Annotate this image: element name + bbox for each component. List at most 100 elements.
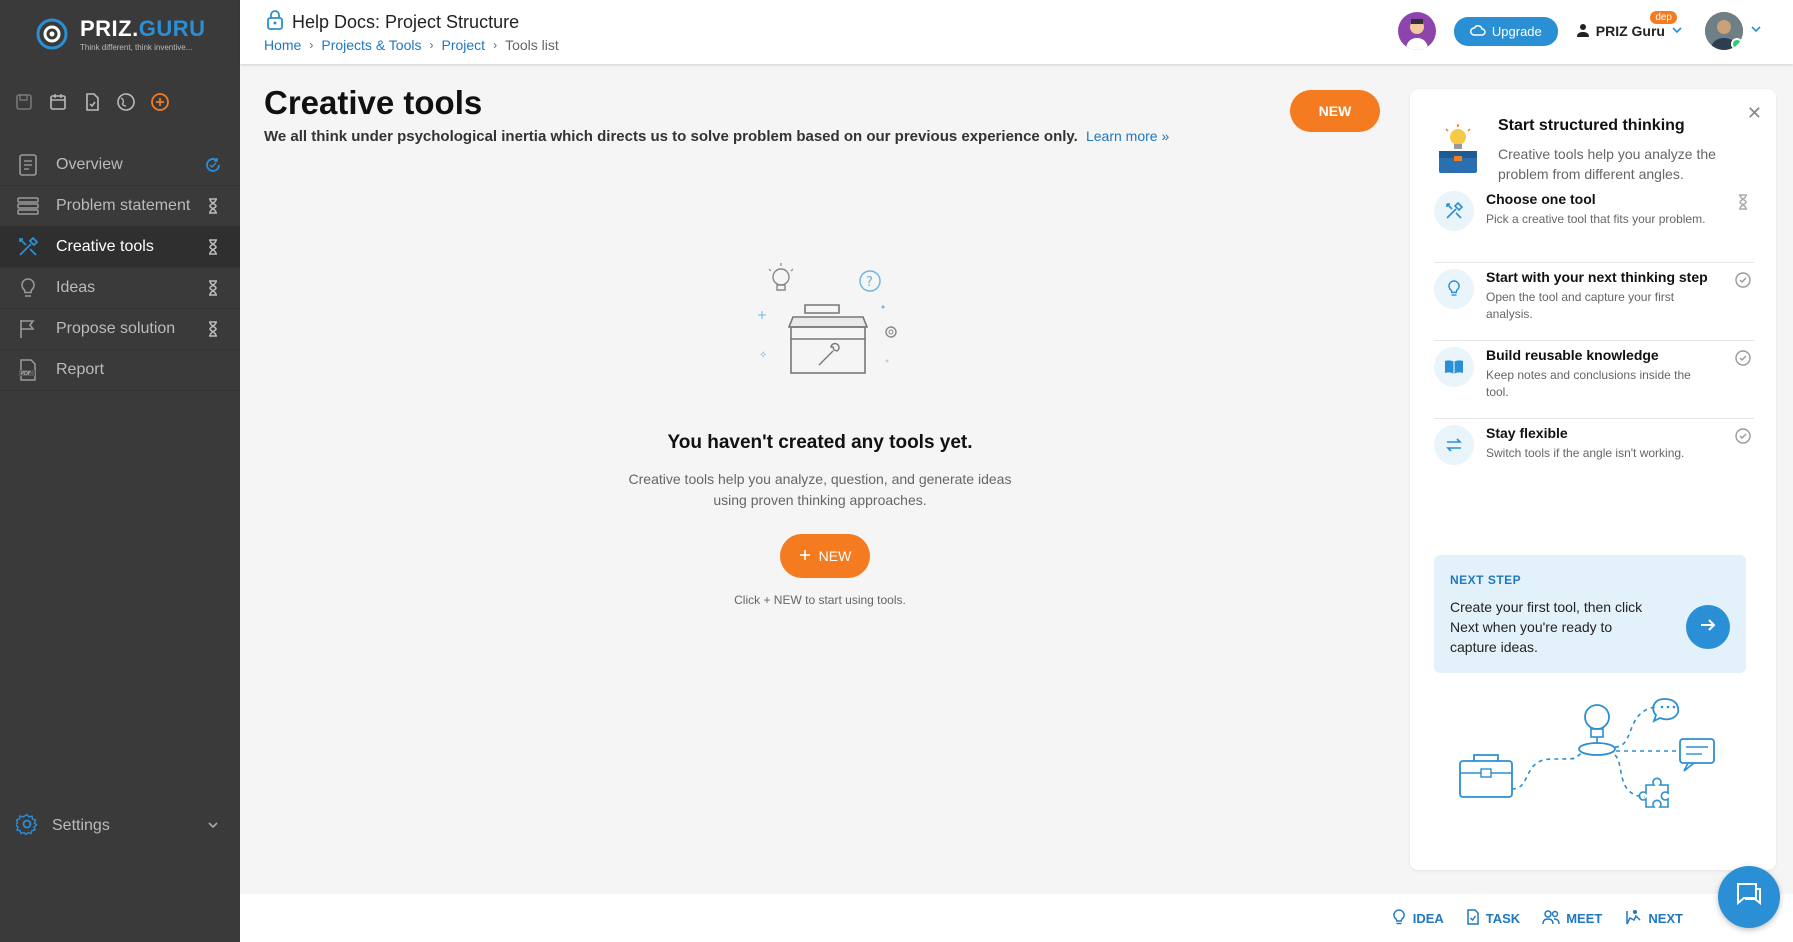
logo-main: PRIZ. (80, 16, 139, 41)
sidebar-item-creative-tools[interactable]: Creative tools (0, 227, 240, 268)
upgrade-button[interactable]: Upgrade (1453, 16, 1558, 46)
hourglass-icon (204, 238, 222, 256)
guide-panel: ✕ Start structured thinking Creative too… (1410, 89, 1776, 870)
sidebar-item-label: Propose solution (56, 320, 176, 337)
sidebar-item-report[interactable]: PDF Report (0, 350, 240, 391)
svg-text:PDF: PDF (21, 371, 31, 377)
sidebar: PRIZ.GURU Think different, think inventi… (0, 0, 240, 942)
next-step-button[interactable] (1686, 605, 1730, 649)
next-label: NEXT (1648, 911, 1683, 926)
lightbulb-icon (1391, 909, 1407, 928)
sidebar-item-label: Problem statement (56, 197, 191, 214)
logo-accent: GURU (138, 16, 206, 41)
hourglass-icon (204, 197, 222, 215)
chevron-down-icon[interactable] (1749, 22, 1763, 41)
subtitle-text: We all think under psychological inertia… (264, 128, 1078, 145)
sidebar-item-label: Overview (56, 156, 123, 173)
cloud-icon (1469, 24, 1486, 39)
step-title: Stay flexible (1486, 425, 1568, 441)
breadcrumb: Home › Projects & Tools › Project › Tool… (264, 37, 559, 53)
in-progress-icon (204, 156, 222, 174)
breadcrumb-projects-tools[interactable]: Projects & Tools (321, 37, 421, 53)
save-icon[interactable] (14, 92, 34, 112)
next-step-label: NEXT STEP (1450, 573, 1522, 587)
hourglass-icon (1734, 193, 1752, 211)
new-label: NEW (818, 548, 852, 564)
calendar-icon[interactable] (48, 92, 68, 112)
breadcrumb-home[interactable]: Home (264, 37, 301, 53)
thinking-flow-illustration (1459, 698, 1715, 808)
step-stay-flexible[interactable]: Stay flexible Switch tools if the angle … (1434, 419, 1754, 481)
step-description: Switch tools if the angle isn't working. (1486, 446, 1685, 460)
lightbulb-icon (16, 276, 40, 300)
empty-state-description: Creative tools help you analyze, questio… (628, 471, 1012, 508)
breadcrumb-separator-icon: › (429, 38, 434, 52)
logo-icon (36, 18, 68, 50)
sidebar-item-label: Creative tools (56, 238, 154, 255)
sidebar-item-problem-statement[interactable]: Problem statement (0, 186, 240, 227)
empty-toolbox-illustration: ? + ✧ (757, 263, 897, 374)
step-description: Keep notes and conclusions inside the to… (1486, 368, 1691, 399)
step-title: Build reusable knowledge (1486, 347, 1659, 363)
bottom-bar: IDEA TASK MEET NEXT (240, 894, 1793, 942)
tools-icon (1434, 191, 1474, 231)
sidebar-nav: Overview Problem statement Creative tool… (0, 145, 240, 391)
add-circle-icon[interactable] (150, 92, 170, 112)
profile-avatar[interactable] (1705, 12, 1743, 50)
user-menu[interactable]: PRIZ Guru dep (1576, 10, 1683, 40)
arrow-right-icon (1699, 616, 1717, 639)
svg-text:+: + (757, 308, 767, 322)
new-tool-button[interactable]: NEW (1290, 90, 1380, 132)
step-description: Open the tool and capture your first ana… (1486, 290, 1675, 321)
svg-text:✧: ✧ (759, 350, 767, 361)
assistant-avatar[interactable] (1397, 12, 1436, 50)
quick-actions (14, 92, 170, 112)
chevron-down-icon[interactable] (206, 818, 220, 837)
chat-button[interactable] (1718, 866, 1780, 928)
step-build-knowledge[interactable]: Build reusable knowledge Keep notes and … (1434, 341, 1754, 419)
pdf-report-icon: PDF (16, 358, 40, 382)
swap-arrows-icon (1434, 425, 1474, 465)
check-circle-icon (1734, 349, 1752, 367)
next-step-card: NEXT STEP Create your first tool, then c… (1434, 555, 1746, 673)
step-next-thinking[interactable]: Start with your next thinking step Open … (1434, 263, 1754, 341)
document-check-icon[interactable] (82, 92, 102, 112)
hourglass-icon (204, 279, 222, 297)
logo[interactable]: PRIZ.GURU Think different, think inventi… (32, 10, 212, 56)
lock-icon (266, 10, 284, 35)
idea-label: IDEA (1412, 911, 1444, 926)
toolbox-bulb-icon (1439, 124, 1477, 173)
meet-action-button[interactable]: MEET (1542, 909, 1602, 928)
sidebar-item-propose-solution[interactable]: Propose solution (0, 309, 240, 350)
idea-action-button[interactable]: IDEA (1391, 909, 1444, 928)
task-action-button[interactable]: TASK (1466, 909, 1520, 928)
learn-more-link[interactable]: Learn more » (1086, 128, 1169, 144)
step-description: Pick a creative tool that fits your prob… (1486, 212, 1706, 226)
project-title: Help Docs: Project Structure (292, 12, 520, 32)
panel-subtitle: Creative tools help you analyze the prob… (1498, 146, 1716, 182)
page-subtitle: We all think under psychological inertia… (264, 128, 1169, 145)
settings-label: Settings (52, 817, 110, 834)
step-title: Start with your next thinking step (1486, 269, 1708, 285)
sidebar-item-label: Ideas (56, 279, 96, 296)
logo-tagline: Think different, think inventive... (80, 43, 193, 52)
next-step-icon (1624, 909, 1642, 928)
globe-icon[interactable] (116, 92, 136, 112)
hourglass-icon (204, 320, 222, 338)
check-circle-icon (1734, 271, 1752, 289)
main-content: Creative tools We all think under psycho… (240, 64, 1400, 894)
people-icon (1542, 909, 1560, 928)
next-action-button[interactable]: NEXT (1624, 909, 1683, 928)
empty-new-tool-button[interactable]: NEW (780, 534, 870, 578)
chat-icon (1734, 881, 1764, 914)
breadcrumb-project[interactable]: Project (441, 37, 485, 53)
step-choose-tool[interactable]: Choose one tool Pick a creative tool tha… (1434, 185, 1754, 263)
sidebar-item-overview[interactable]: Overview (0, 145, 240, 186)
sidebar-item-ideas[interactable]: Ideas (0, 268, 240, 309)
gear-icon (14, 813, 38, 840)
task-icon (1466, 909, 1480, 928)
close-icon[interactable]: ✕ (1747, 103, 1762, 124)
problem-statement-icon (16, 194, 40, 218)
top-header: Help Docs: Project Structure Home › Proj… (240, 0, 1793, 64)
sidebar-item-settings[interactable]: Settings (0, 808, 240, 844)
